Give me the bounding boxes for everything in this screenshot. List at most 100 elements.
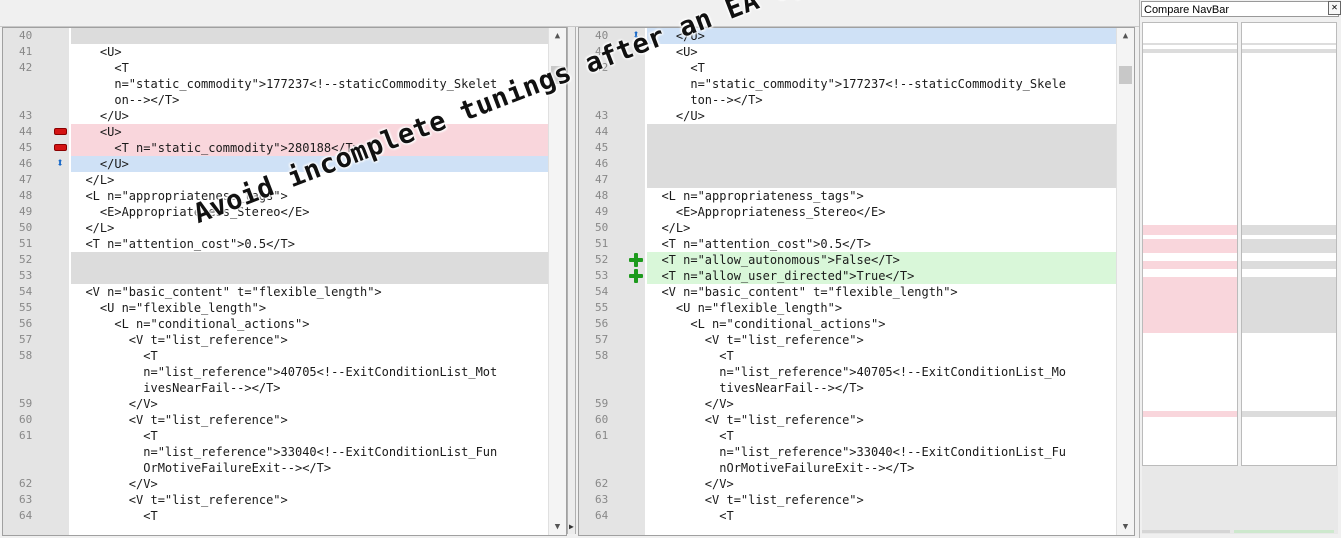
code-text[interactable]: </V>: [647, 476, 1117, 492]
code-line[interactable]: 47: [579, 172, 1117, 188]
code-line[interactable]: 51 <T n="attention_cost">0.5</T>: [3, 236, 549, 252]
code-text[interactable]: [647, 140, 1117, 156]
code-text[interactable]: n="static_commodity">177237<!--staticCom…: [647, 76, 1117, 92]
pane-splitter[interactable]: ▶: [567, 27, 576, 534]
code-text[interactable]: </V>: [647, 396, 1117, 412]
code-line[interactable]: n="static_commodity">177237<!--staticCom…: [579, 76, 1117, 92]
code-text[interactable]: <U>: [71, 124, 549, 140]
code-line[interactable]: 40: [3, 28, 549, 44]
code-line[interactable]: n="list_reference">40705<!--ExitConditio…: [579, 364, 1117, 380]
code-text[interactable]: <T n="attention_cost">0.5</T>: [647, 236, 1117, 252]
code-text[interactable]: <U>: [647, 44, 1117, 60]
code-text[interactable]: <E>Appropriateness_Stereo</E>: [71, 204, 549, 220]
minus-icon[interactable]: [51, 124, 69, 140]
code-text[interactable]: ivesNearFail--></T>: [71, 380, 549, 396]
code-text[interactable]: n="list_reference">40705<!--ExitConditio…: [71, 364, 549, 380]
code-line[interactable]: 50 </L>: [3, 220, 549, 236]
arrows-icon[interactable]: ⬍: [51, 156, 69, 172]
code-line[interactable]: 56 <L n="conditional_actions">: [579, 316, 1117, 332]
code-line[interactable]: 61 <T: [3, 428, 549, 444]
code-text[interactable]: ton--></T>: [647, 92, 1117, 108]
code-line[interactable]: 56 <L n="conditional_actions">: [3, 316, 549, 332]
scroll-down-icon[interactable]: ▼: [549, 519, 566, 535]
code-text[interactable]: <V t="list_reference">: [71, 412, 549, 428]
code-text[interactable]: n="list_reference">33040<!--ExitConditio…: [647, 444, 1117, 460]
code-text[interactable]: <U>: [71, 44, 549, 60]
code-line[interactable]: 46: [579, 156, 1117, 172]
code-text[interactable]: <L n="conditional_actions">: [71, 316, 549, 332]
code-line[interactable]: 48 <L n="appropriateness_tags">: [579, 188, 1117, 204]
code-line[interactable]: 64 <T: [579, 508, 1117, 524]
code-line[interactable]: n="list_reference">33040<!--ExitConditio…: [3, 444, 549, 460]
code-text[interactable]: <T n="allow_autonomous">False</T>: [647, 252, 1117, 268]
scroll-thumb[interactable]: [1119, 66, 1132, 84]
code-text[interactable]: <L n="appropriateness_tags">: [71, 188, 549, 204]
code-text[interactable]: <T: [647, 508, 1117, 524]
code-text[interactable]: </L>: [71, 220, 549, 236]
code-text[interactable]: <T: [71, 508, 549, 524]
code-line[interactable]: 52: [3, 252, 549, 268]
code-line[interactable]: 60 <V t="list_reference">: [3, 412, 549, 428]
code-text[interactable]: <V t="list_reference">: [71, 492, 549, 508]
code-line[interactable]: n="list_reference">40705<!--ExitConditio…: [3, 364, 549, 380]
code-text[interactable]: [71, 252, 549, 268]
code-line[interactable]: n="list_reference">33040<!--ExitConditio…: [579, 444, 1117, 460]
code-text[interactable]: <V t="list_reference">: [647, 492, 1117, 508]
code-text[interactable]: <L n="appropriateness_tags">: [647, 188, 1117, 204]
code-text[interactable]: OrMotiveFailureExit--></T>: [71, 460, 549, 476]
code-line[interactable]: 45: [579, 140, 1117, 156]
code-line[interactable]: 60 <V t="list_reference">: [579, 412, 1117, 428]
code-text[interactable]: [647, 124, 1117, 140]
code-line[interactable]: 50 </L>: [579, 220, 1117, 236]
code-line[interactable]: 45 <T n="static_commodity">280188</T>: [3, 140, 549, 156]
code-line[interactable]: 42 <T: [3, 60, 549, 76]
code-text[interactable]: [647, 156, 1117, 172]
code-line[interactable]: n="static_commodity">177237<!--staticCom…: [3, 76, 549, 92]
code-line[interactable]: 55 <U n="flexible_length">: [579, 300, 1117, 316]
code-text[interactable]: <T: [71, 348, 549, 364]
code-text[interactable]: [71, 268, 549, 284]
code-text[interactable]: </V>: [71, 396, 549, 412]
code-text[interactable]: <E>Appropriateness_Stereo</E>: [647, 204, 1117, 220]
code-line[interactable]: 62 </V>: [3, 476, 549, 492]
code-line[interactable]: ton--></T>: [579, 92, 1117, 108]
code-text[interactable]: n="list_reference">33040<!--ExitConditio…: [71, 444, 549, 460]
code-line[interactable]: 55 <U n="flexible_length">: [3, 300, 549, 316]
code-text[interactable]: nOrMotiveFailureExit--></T>: [647, 460, 1117, 476]
code-line[interactable]: 52 <T n="allow_autonomous">False</T>: [579, 252, 1117, 268]
code-text[interactable]: <L n="conditional_actions">: [647, 316, 1117, 332]
splitter-grip-icon[interactable]: ▶: [569, 522, 574, 531]
left-vertical-scrollbar[interactable]: ▲ ▼: [548, 28, 566, 535]
code-line[interactable]: 43 </U>: [579, 108, 1117, 124]
scroll-up-icon[interactable]: ▲: [549, 28, 566, 44]
code-text[interactable]: tivesNearFail--></T>: [647, 380, 1117, 396]
code-text[interactable]: <T: [71, 60, 549, 76]
code-text[interactable]: <V n="basic_content" t="flexible_length"…: [647, 284, 1117, 300]
code-text[interactable]: <U n="flexible_length">: [647, 300, 1117, 316]
code-line[interactable]: 41 <U>: [3, 44, 549, 60]
code-line[interactable]: 62 </V>: [579, 476, 1117, 492]
navbar-left-overview[interactable]: [1142, 22, 1238, 466]
code-text[interactable]: <V t="list_reference">: [647, 332, 1117, 348]
scroll-down-icon[interactable]: ▼: [1117, 519, 1134, 535]
code-text[interactable]: <V t="list_reference">: [647, 412, 1117, 428]
code-text[interactable]: <T: [647, 60, 1117, 76]
code-line[interactable]: nOrMotiveFailureExit--></T>: [579, 460, 1117, 476]
code-line[interactable]: 57 <V t="list_reference">: [579, 332, 1117, 348]
code-line[interactable]: 58 <T: [3, 348, 549, 364]
code-text[interactable]: [71, 28, 549, 44]
plus-icon[interactable]: [627, 252, 645, 268]
code-text[interactable]: <T n="allow_user_directed">True</T>: [647, 268, 1117, 284]
code-text[interactable]: </V>: [71, 476, 549, 492]
code-line[interactable]: 59 </V>: [3, 396, 549, 412]
right-vertical-scrollbar[interactable]: ▲ ▼: [1116, 28, 1134, 535]
code-line[interactable]: 49 <E>Appropriateness_Stereo</E>: [579, 204, 1117, 220]
minus-icon[interactable]: [51, 140, 69, 156]
code-line[interactable]: 53: [3, 268, 549, 284]
code-text[interactable]: [647, 172, 1117, 188]
code-line[interactable]: 42 <T: [579, 60, 1117, 76]
code-text[interactable]: n="list_reference">40705<!--ExitConditio…: [647, 364, 1117, 380]
code-line[interactable]: 64 <T: [3, 508, 549, 524]
code-line[interactable]: 53 <T n="allow_user_directed">True</T>: [579, 268, 1117, 284]
code-text[interactable]: <V n="basic_content" t="flexible_length"…: [71, 284, 549, 300]
